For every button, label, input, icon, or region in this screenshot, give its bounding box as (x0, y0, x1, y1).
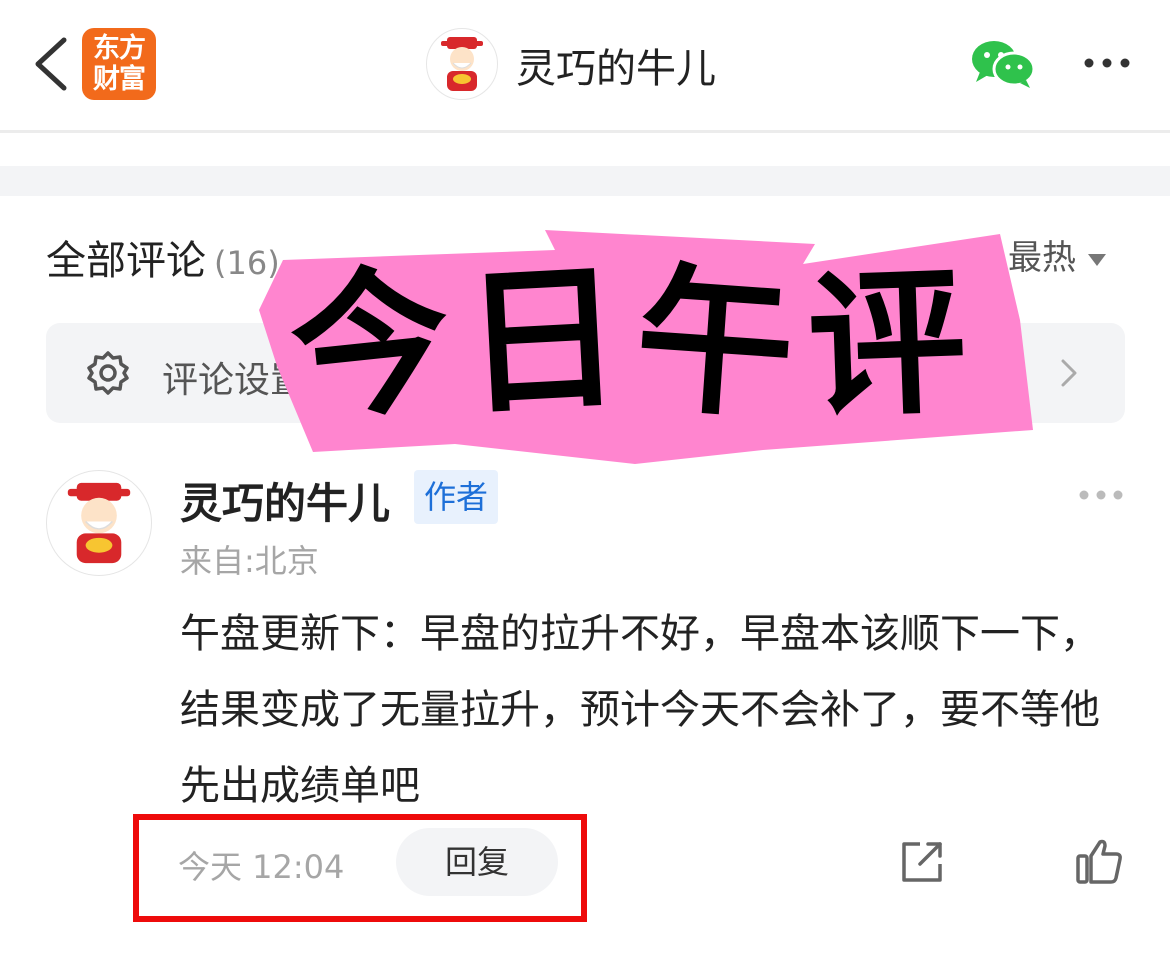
author-avatar[interactable] (426, 28, 498, 100)
chevron-left-icon[interactable] (28, 34, 72, 94)
comment-avatar[interactable] (46, 470, 152, 576)
wechat-icon[interactable] (970, 38, 1036, 90)
logo-text-line1: 东方 (93, 33, 146, 64)
more-horizontal-icon[interactable] (1082, 52, 1132, 74)
section-gap (0, 166, 1170, 196)
comments-title: 全部评论 (46, 238, 206, 284)
top-divider (0, 130, 1170, 133)
page-title: 灵巧的牛儿 (516, 46, 716, 92)
gear-icon (87, 351, 129, 395)
comment-body: 午盘更新下：早盘的拉升不好，早盘本该顺下一下，结果变成了无量拉升，预计今天不会补… (180, 611, 1100, 809)
fortune-god-avatar-icon (67, 482, 131, 564)
caret-down-icon (1088, 253, 1106, 266)
comment-author[interactable]: 灵巧的牛儿 (180, 470, 390, 531)
sticker-char-1: 今 (282, 244, 474, 446)
sticker-char-3: 午 (629, 247, 815, 443)
chevron-right-icon (1061, 359, 1077, 387)
comment-location: 来自:北京 (180, 542, 319, 580)
app-logo[interactable]: 东方 财富 (82, 28, 156, 100)
sticker-char-2: 日 (459, 244, 641, 438)
sticker-char-4: 评 (804, 250, 984, 440)
top-bar: 东方 财富 灵巧的牛儿 (0, 0, 1170, 130)
fortune-god-avatar-icon (441, 37, 483, 91)
share-icon[interactable] (898, 838, 946, 886)
comments-header: 全部评论 (16) (46, 228, 280, 286)
thumbs-up-icon[interactable] (1074, 836, 1124, 886)
author-badge: 作者 (414, 470, 499, 524)
red-highlight-box (133, 814, 587, 922)
more-horizontal-icon[interactable] (1078, 487, 1124, 503)
sticker-text: 今日午评 (283, 245, 983, 446)
logo-text-line2: 财富 (93, 64, 146, 95)
